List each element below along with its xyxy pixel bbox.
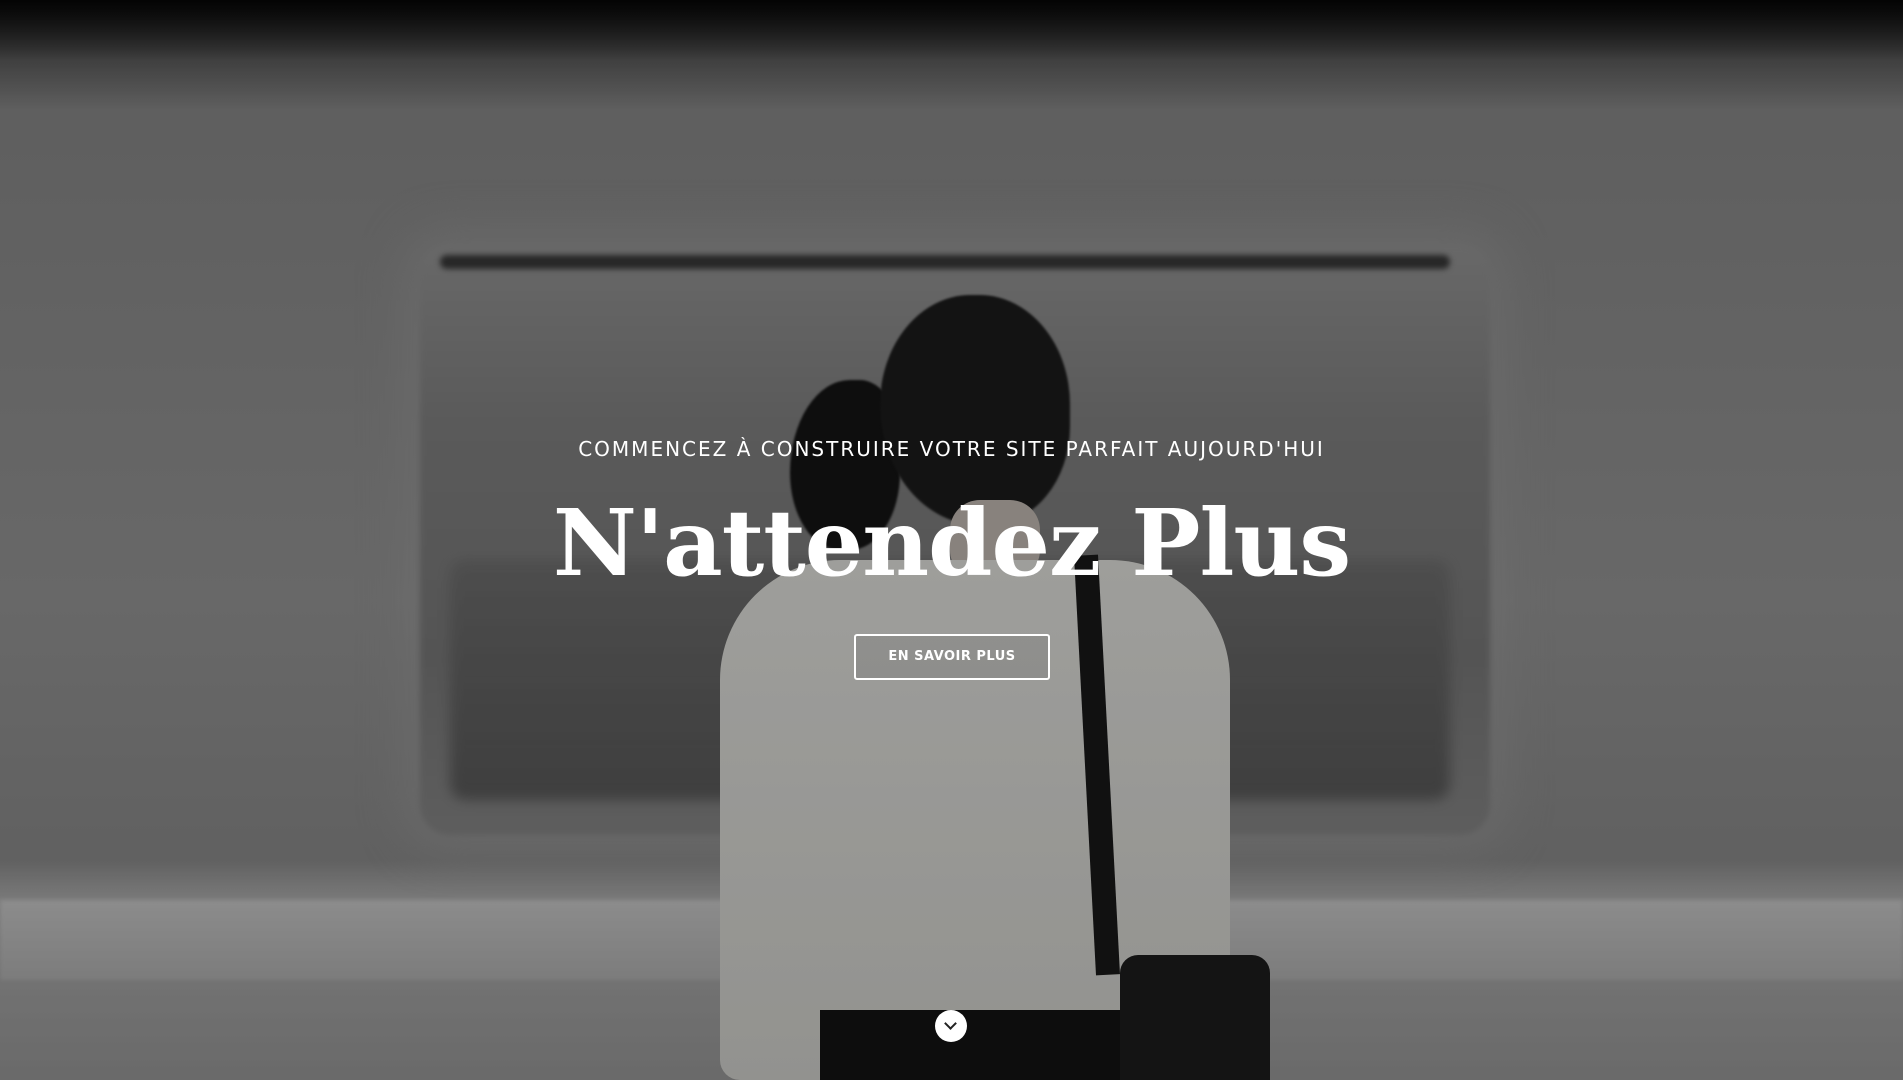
chevron-down-icon (944, 1017, 957, 1030)
hero-subtitle: COMMENCEZ À CONSTRUIRE VOTRE SITE PARFAI… (578, 437, 1325, 461)
hero-content: COMMENCEZ À CONSTRUIRE VOTRE SITE PARFAI… (0, 0, 1903, 1080)
hero-section: COMMENCEZ À CONSTRUIRE VOTRE SITE PARFAI… (0, 0, 1903, 1080)
hero-headline: N'attendez Plus (552, 489, 1351, 597)
scroll-down-button[interactable] (935, 1010, 967, 1042)
learn-more-button[interactable]: EN SAVOIR PLUS (854, 634, 1050, 680)
